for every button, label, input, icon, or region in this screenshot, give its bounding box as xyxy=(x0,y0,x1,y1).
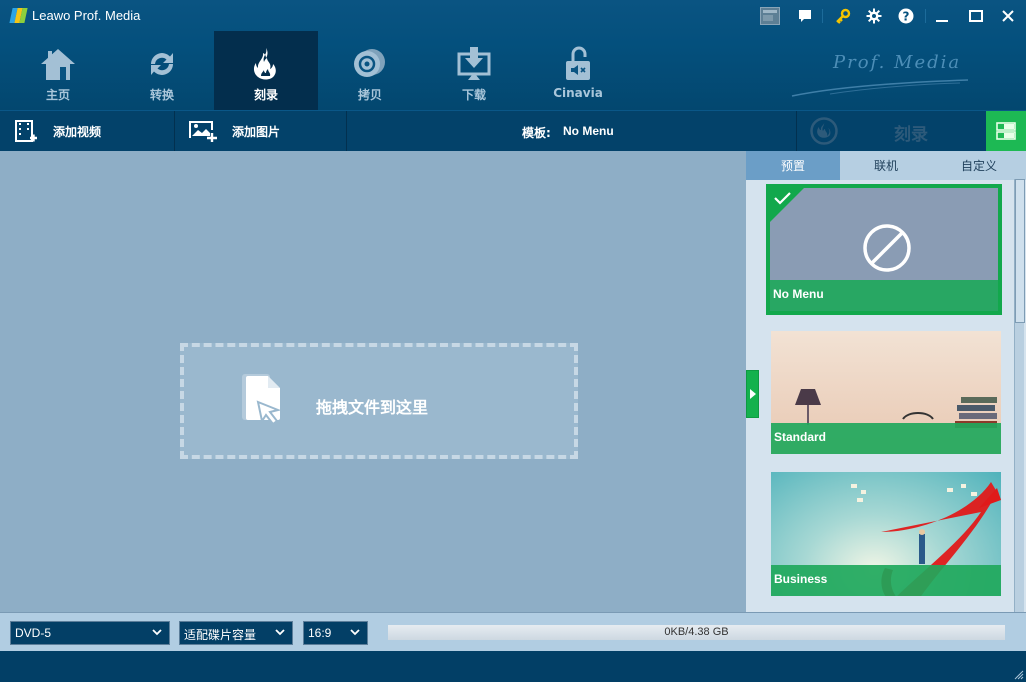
template-caption: Standard xyxy=(771,423,1001,454)
aspect-ratio-value: 16:9 xyxy=(308,626,332,640)
separator xyxy=(174,111,175,151)
disc-capacity-bar: 0KB/4.38 GB xyxy=(388,625,1005,640)
template-caption: No Menu xyxy=(770,280,998,311)
toolbar: 添加视频 添加图片 模板: No Menu 刻录 xyxy=(0,110,1026,151)
nav-item-copy[interactable]: 拷贝 xyxy=(318,31,422,110)
add-photo-label: 添加图片 xyxy=(232,124,281,139)
no-menu-icon xyxy=(863,224,911,272)
separator xyxy=(346,111,347,151)
burn-disc-icon xyxy=(810,117,838,145)
feedback-icon[interactable] xyxy=(794,6,816,26)
app-header: Leawo Prof. Media ? 主页 转换 刻录 拷贝 下载 Cinav… xyxy=(0,0,1026,110)
output-settings-bar: DVD-5 适配碟片容量 16:9 0KB/4.38 GB xyxy=(0,612,1026,651)
template-card-standard[interactable]: Standard xyxy=(771,331,1001,454)
nav-item-convert[interactable]: 转换 xyxy=(110,31,214,110)
nav-item-download[interactable]: 下载 xyxy=(422,31,526,110)
brand-text: Prof. Media xyxy=(833,52,962,73)
nav-label: 转换 xyxy=(149,88,174,102)
close-icon[interactable] xyxy=(997,6,1019,26)
status-bar xyxy=(0,651,1026,682)
burn-button[interactable]: 刻录 xyxy=(797,111,985,151)
home-icon xyxy=(38,45,78,83)
tab-online[interactable]: 联机 xyxy=(840,151,932,180)
burn-flame-icon xyxy=(246,45,286,83)
drop-zone[interactable]: 拖拽文件到这里 xyxy=(180,343,578,459)
disc-type-value: DVD-5 xyxy=(15,626,52,640)
add-photo-button[interactable]: 添加图片 xyxy=(188,111,344,151)
disc-type-select[interactable]: DVD-5 xyxy=(10,621,170,645)
app-logo-icon xyxy=(9,8,28,23)
title-bar: Leawo Prof. Media ? xyxy=(0,0,1026,32)
svg-text:?: ? xyxy=(903,10,910,24)
chevron-down-icon xyxy=(350,629,360,636)
settings-icon[interactable] xyxy=(863,6,885,26)
tab-preset[interactable]: 预置 xyxy=(746,151,840,180)
nav-item-cinavia[interactable]: Cinavia xyxy=(526,31,630,110)
template-caption: Business xyxy=(771,565,1001,596)
nav-item-burn[interactable]: 刻录 xyxy=(214,31,318,110)
key-icon[interactable] xyxy=(832,6,854,26)
selected-check-icon xyxy=(770,188,804,222)
tab-custom[interactable]: 自定义 xyxy=(932,151,1026,180)
quality-select[interactable]: 适配碟片容量 xyxy=(179,621,293,645)
convert-icon xyxy=(142,45,182,83)
file-area: 拖拽文件到这里 xyxy=(0,151,746,612)
help-icon[interactable]: ? xyxy=(895,6,917,26)
layout-toggle-button[interactable] xyxy=(986,111,1026,151)
quality-value: 适配碟片容量 xyxy=(184,628,257,642)
maximize-icon[interactable] xyxy=(965,6,987,26)
template-panel: 预置 联机 自定义 No Menu Standard Business xyxy=(746,151,1026,612)
separator xyxy=(822,9,823,23)
drop-zone-text: 拖拽文件到这里 xyxy=(316,398,429,417)
template-card-business[interactable]: Business xyxy=(771,472,1001,596)
minimize-icon[interactable] xyxy=(931,6,953,26)
template-card-no-menu[interactable]: No Menu xyxy=(766,184,1002,315)
chevron-down-icon xyxy=(152,629,162,636)
template-tabs: 预置 联机 自定义 xyxy=(746,151,1026,180)
template-value: No Menu xyxy=(563,124,614,138)
drag-file-icon xyxy=(242,374,282,426)
nav-label: 拷贝 xyxy=(357,88,382,102)
cinavia-unlock-icon xyxy=(558,45,598,83)
burn-label: 刻录 xyxy=(894,125,928,145)
add-video-icon xyxy=(15,120,37,142)
nav-label: 刻录 xyxy=(253,88,278,102)
chevron-down-icon xyxy=(275,629,285,636)
add-video-button[interactable]: 添加视频 xyxy=(14,111,174,151)
resize-grip-icon[interactable] xyxy=(1012,668,1024,680)
add-photo-icon xyxy=(189,121,217,142)
brand-swoosh-icon xyxy=(791,79,969,97)
add-video-label: 添加视频 xyxy=(53,124,102,139)
collapse-panel-handle[interactable] xyxy=(746,370,759,418)
nav-label: 下载 xyxy=(461,88,486,102)
brand-logo: Prof. Media xyxy=(790,48,990,100)
download-icon xyxy=(454,45,494,83)
aspect-ratio-select[interactable]: 16:9 xyxy=(303,621,368,645)
template-name: No Menu xyxy=(773,287,824,301)
register-icon[interactable] xyxy=(759,6,781,26)
template-name: Business xyxy=(774,572,828,586)
separator xyxy=(925,9,926,23)
template-label: 模板: xyxy=(522,126,551,140)
app-title: Leawo Prof. Media xyxy=(32,8,141,23)
nav-label: Cinavia xyxy=(553,86,603,100)
layout-icon xyxy=(996,122,1016,140)
capacity-text: 0KB/4.38 GB xyxy=(664,626,729,638)
template-name: Standard xyxy=(774,430,827,444)
nav-item-home[interactable]: 主页 xyxy=(6,31,110,110)
nav-label: 主页 xyxy=(45,88,70,102)
copy-disc-icon xyxy=(350,45,390,83)
scrollbar-thumb[interactable] xyxy=(1015,179,1025,323)
template-scrollbar[interactable] xyxy=(1014,179,1025,612)
chevron-right-icon xyxy=(749,389,756,399)
